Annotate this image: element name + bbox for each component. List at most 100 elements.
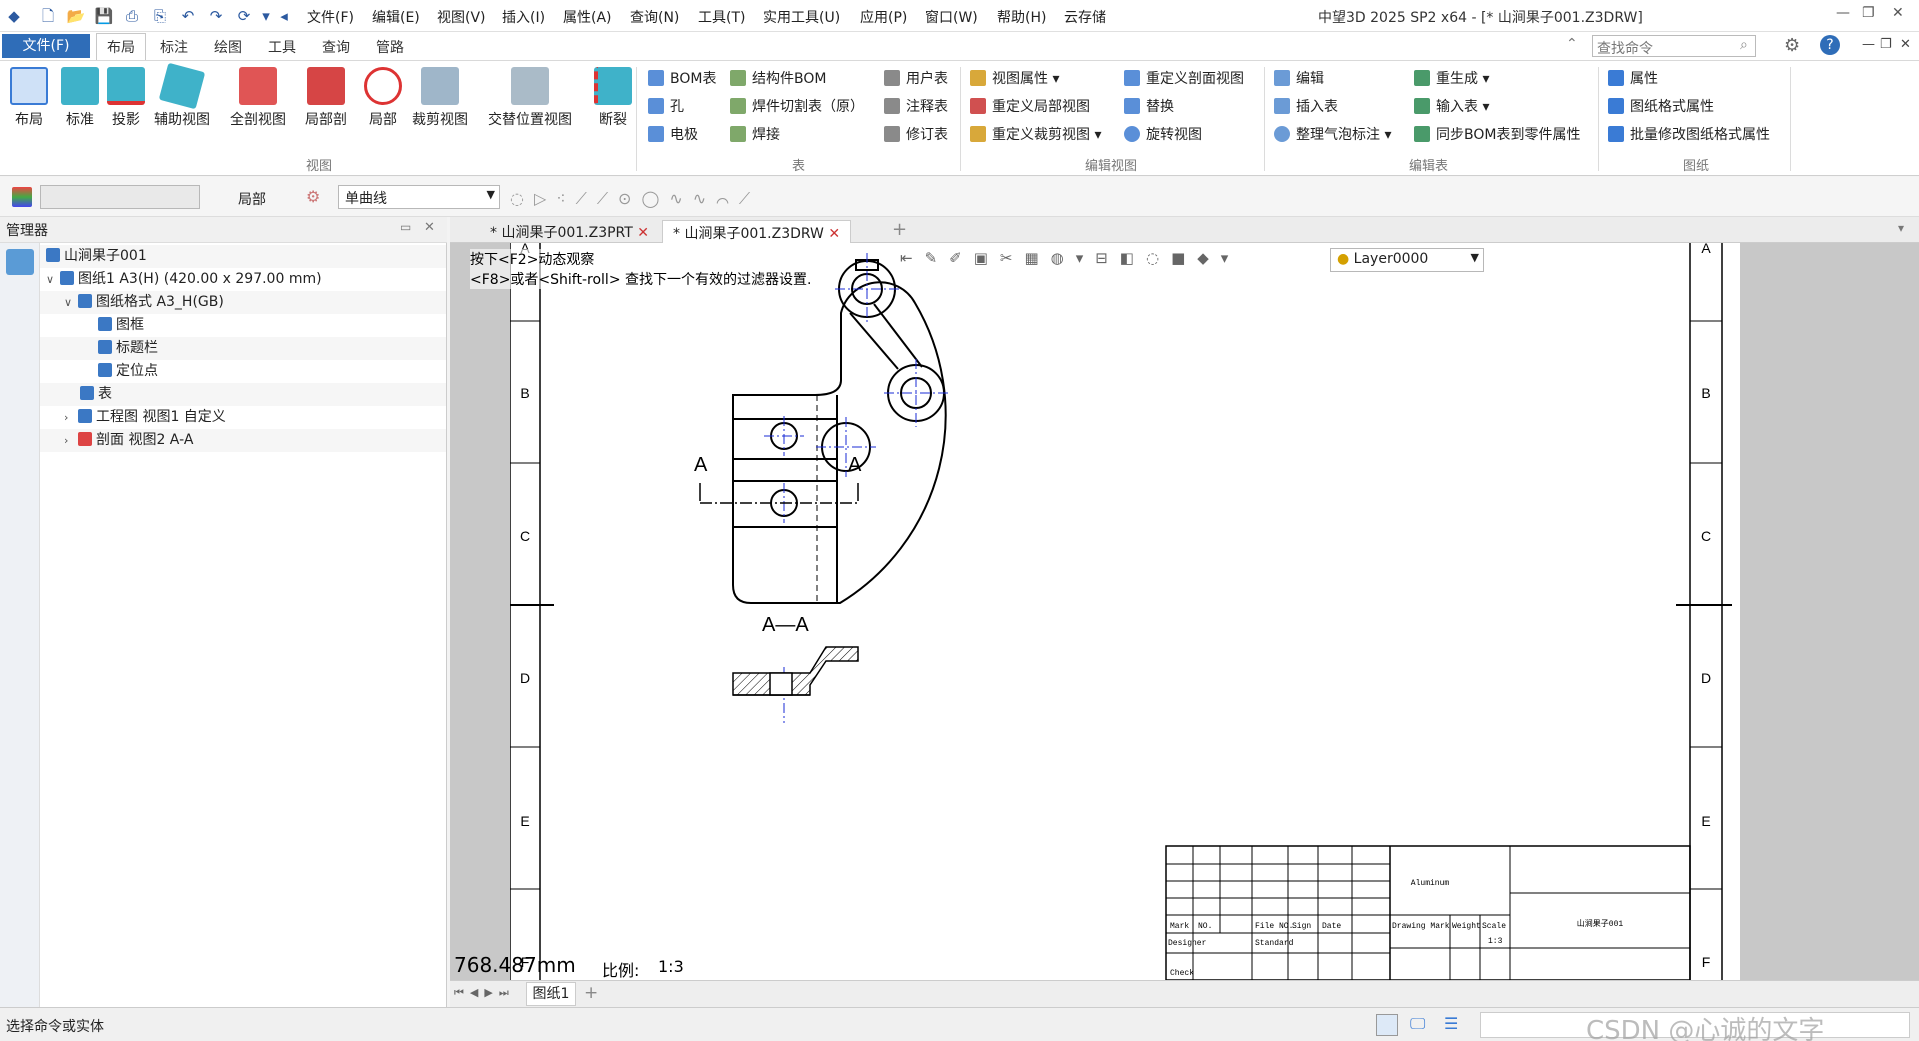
undo-icon[interactable]: ↶: [178, 6, 198, 26]
tab-close-icon[interactable]: ✕: [637, 225, 649, 241]
crop-view-button[interactable]: 裁剪视图: [412, 67, 468, 129]
bom-table-button[interactable]: BOM表: [648, 69, 716, 89]
doc-tab-drawing[interactable]: * 山涧果子001.Z3DRW ✕: [662, 220, 852, 243]
sheet-nav-arrows-icon[interactable]: ⏮◀▶⏭: [454, 986, 515, 1000]
panel-close-icon[interactable]: ✕: [424, 220, 435, 235]
menu-utilities[interactable]: 实用工具(U): [763, 7, 840, 27]
weld-cut-table-button[interactable]: 焊件切割表（原）: [730, 97, 864, 117]
weld-table-button[interactable]: 焊接: [730, 125, 780, 145]
electrode-table-button[interactable]: 电极: [648, 125, 698, 145]
pick-filter-icon[interactable]: ⚙: [306, 187, 320, 206]
structural-bom-button[interactable]: 结构件BOM: [730, 69, 826, 89]
menu-query[interactable]: 查询(N): [630, 7, 679, 27]
user-table-button[interactable]: 用户表: [884, 69, 948, 89]
view-mode-icon[interactable]: [1376, 1014, 1398, 1036]
detail-view-button[interactable]: 局部: [364, 67, 402, 129]
sync-bom-button[interactable]: 同步BOM表到零件属性: [1414, 125, 1580, 145]
settings-gear-icon[interactable]: ⚙: [1784, 35, 1800, 56]
tab-piping[interactable]: 管路: [376, 37, 404, 57]
list-icon[interactable]: ☰: [1444, 1014, 1458, 1033]
file-menu-button[interactable]: 文件(F): [2, 34, 90, 58]
save-icon[interactable]: 💾: [94, 6, 114, 26]
import-table-button[interactable]: 输入表 ▾: [1414, 97, 1489, 117]
open-folder-icon[interactable]: 📂: [66, 6, 86, 26]
menu-insert[interactable]: 插入(I): [502, 7, 545, 27]
tree-item-view1[interactable]: › 工程图 视图1 自定义: [40, 406, 446, 429]
doc-tab-part[interactable]: * 山涧果子001.Z3PRT ✕: [480, 220, 659, 243]
tab-draw[interactable]: 绘图: [214, 37, 242, 57]
tab-annotate[interactable]: 标注: [160, 37, 188, 57]
collapse-chevron-icon[interactable]: ›: [64, 406, 78, 429]
app-logo-icon[interactable]: ◆: [4, 6, 24, 26]
menu-cloud[interactable]: 云存储: [1064, 7, 1106, 27]
redefine-detail-button[interactable]: 重定义局部视图: [970, 97, 1090, 117]
tree-item-title-block[interactable]: 标题栏: [40, 337, 446, 360]
back-arrow-icon[interactable]: ◂: [278, 6, 290, 26]
print-preview-icon[interactable]: ⎘: [150, 6, 170, 26]
doc-close-icon[interactable]: ✕: [1900, 37, 1911, 52]
print-icon[interactable]: ⎙: [122, 6, 142, 26]
tree-item-sheet1[interactable]: ∨ 图纸1 A3(H) (420.00 x 297.00 mm): [40, 268, 446, 291]
hole-table-button[interactable]: 孔: [648, 97, 684, 117]
tab-layout[interactable]: 布局: [96, 33, 146, 60]
minimize-icon[interactable]: —: [1836, 5, 1850, 21]
add-sheet-icon[interactable]: +: [584, 983, 598, 1003]
insert-table-button[interactable]: 插入表: [1274, 97, 1338, 117]
command-search-input[interactable]: 查找命令: [1592, 35, 1756, 57]
tree-item-table[interactable]: 表: [40, 383, 446, 406]
sheet-properties-button[interactable]: 属性: [1608, 69, 1658, 89]
menu-file[interactable]: 文件(F): [307, 7, 354, 27]
collapse-ribbon-icon[interactable]: ⌃: [1566, 36, 1578, 52]
menu-edit[interactable]: 编辑(E): [372, 7, 420, 27]
tree-item-sheet-format[interactable]: ∨ 图纸格式 A3_H(GB): [40, 291, 446, 314]
layout-button[interactable]: 布局: [10, 67, 48, 129]
standard-view-button[interactable]: 标准: [61, 67, 99, 129]
layer-select[interactable]: ● Layer0000 ▼: [1330, 248, 1484, 272]
help-icon[interactable]: ?: [1820, 35, 1840, 55]
tab-tools[interactable]: 工具: [268, 37, 296, 57]
full-section-button[interactable]: 全剖视图: [230, 67, 286, 129]
regenerate-button[interactable]: 重生成 ▾: [1414, 69, 1489, 89]
new-file-icon[interactable]: 🗋: [38, 6, 58, 26]
refresh-icon[interactable]: ⟳: [234, 6, 254, 26]
rotate-view-button[interactable]: 旋转视图: [1124, 125, 1202, 145]
redefine-section-button[interactable]: 重定义剖面视图: [1124, 69, 1244, 89]
doc-minimize-icon[interactable]: —: [1862, 37, 1875, 52]
drawing-sheet[interactable]: A B C D E F A B C D E F: [510, 243, 1740, 980]
title-block[interactable]: [1165, 845, 1691, 980]
partial-section-button[interactable]: 局部剖: [305, 67, 347, 129]
tree-item-frame[interactable]: 图框: [40, 314, 446, 337]
batch-sheet-format-button[interactable]: 批量修改图纸格式属性: [1608, 125, 1770, 145]
menu-tools[interactable]: 工具(T): [698, 7, 745, 27]
display-icon[interactable]: 🖵: [1410, 1014, 1425, 1034]
tree-item-section-view2[interactable]: › 剖面 视图2 A-A: [40, 429, 446, 452]
edit-table-button[interactable]: 编辑: [1274, 69, 1324, 89]
redefine-crop-button[interactable]: 重定义裁剪视图 ▾: [970, 125, 1101, 145]
auxiliary-view-button[interactable]: 辅助视图: [154, 62, 210, 129]
quick-access-dropdown-icon[interactable]: ▾: [260, 6, 272, 26]
revision-table-button[interactable]: 修订表: [884, 125, 948, 145]
close-icon[interactable]: ✕: [1892, 5, 1904, 21]
add-tab-icon[interactable]: +: [892, 219, 907, 240]
sheet-format-properties-button[interactable]: 图纸格式属性: [1608, 97, 1714, 117]
section-view-a-a[interactable]: [732, 646, 859, 696]
replace-view-button[interactable]: 替换: [1124, 97, 1174, 117]
tree-item-anchor[interactable]: 定位点: [40, 360, 446, 383]
panel-pin-icon[interactable]: ▭: [400, 220, 411, 234]
expand-chevron-icon[interactable]: ∨: [64, 291, 78, 314]
doc-restore-icon[interactable]: ❐: [1880, 37, 1892, 52]
menu-help[interactable]: 帮助(H): [997, 7, 1046, 27]
tab-close-icon[interactable]: ✕: [828, 226, 840, 242]
view-properties-button[interactable]: 视图属性 ▾: [970, 69, 1059, 89]
tree-item-root[interactable]: 山涧果子001: [40, 245, 446, 268]
break-view-button[interactable]: 断裂: [594, 67, 632, 129]
sheet-tab-1[interactable]: 图纸1: [526, 982, 576, 1006]
note-table-button[interactable]: 注释表: [884, 97, 948, 117]
filter-icon[interactable]: [12, 187, 32, 207]
snap-tool-icons[interactable]: ◌▷⁖⟋⟋⊙◯∿∿⌒⟋: [510, 189, 760, 209]
arrange-balloons-button[interactable]: 整理气泡标注 ▾: [1274, 125, 1391, 145]
curve-type-select[interactable]: 单曲线 ▼: [338, 185, 500, 209]
drawing-canvas[interactable]: A B C D E F A B C D E F: [450, 243, 1919, 980]
tab-query[interactable]: 查询: [322, 37, 350, 57]
menu-view[interactable]: 视图(V): [437, 7, 486, 27]
